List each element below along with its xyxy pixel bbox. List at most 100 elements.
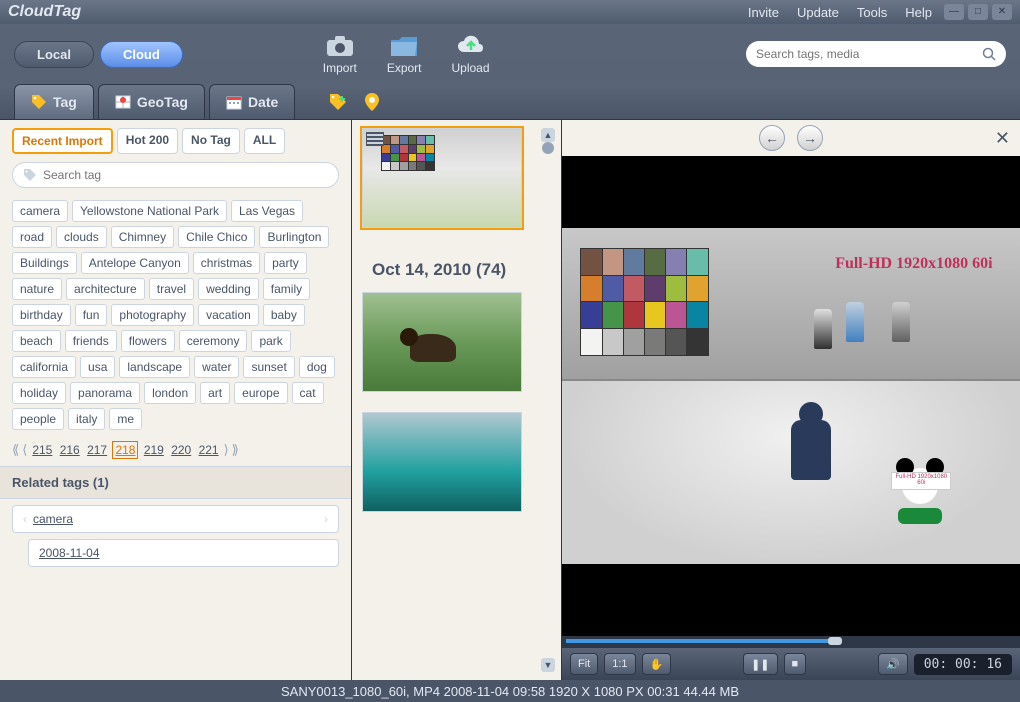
- tag-chip[interactable]: italy: [68, 408, 105, 430]
- tag-chip[interactable]: flowers: [121, 330, 175, 352]
- tag-chip[interactable]: birthday: [12, 304, 71, 326]
- one-to-one-button[interactable]: 1:1: [604, 653, 635, 675]
- tag-chip[interactable]: europe: [234, 382, 287, 404]
- filter-all[interactable]: ALL: [244, 128, 285, 154]
- tag-chip[interactable]: panorama: [70, 382, 140, 404]
- tag-chip[interactable]: photography: [111, 304, 194, 326]
- tag-chip[interactable]: beach: [12, 330, 61, 352]
- tag-chip[interactable]: Antelope Canyon: [81, 252, 189, 274]
- thumbnail-item[interactable]: [362, 412, 522, 512]
- pager-page[interactable]: 217: [85, 442, 109, 458]
- pager-prev[interactable]: ⟨: [22, 442, 27, 458]
- tag-chip[interactable]: Buildings: [12, 252, 77, 274]
- close-button[interactable]: ✕: [992, 4, 1012, 20]
- mode-cloud[interactable]: Cloud: [100, 41, 183, 68]
- thumbnail-item[interactable]: [362, 292, 522, 392]
- tag-chip[interactable]: holiday: [12, 382, 66, 404]
- pager-first[interactable]: ⟪: [12, 442, 19, 458]
- tag-chip[interactable]: dog: [299, 356, 335, 378]
- tab-geotag[interactable]: GeoTag: [98, 84, 205, 119]
- tag-chip[interactable]: family: [263, 278, 310, 300]
- tag-chip[interactable]: wedding: [198, 278, 259, 300]
- tag-chip[interactable]: vacation: [198, 304, 259, 326]
- next-media-button[interactable]: →: [797, 125, 823, 151]
- volume-button[interactable]: 🔊: [878, 653, 908, 675]
- minimize-button[interactable]: —: [944, 4, 964, 20]
- tag-search-input[interactable]: [43, 168, 328, 182]
- global-search-input[interactable]: [756, 47, 982, 61]
- pager-next[interactable]: ⟩: [224, 442, 229, 458]
- progress-handle[interactable]: [828, 637, 842, 645]
- pager-page[interactable]: 221: [197, 442, 221, 458]
- tag-chip[interactable]: landscape: [119, 356, 190, 378]
- tag-chip[interactable]: me: [109, 408, 142, 430]
- tag-chip[interactable]: friends: [65, 330, 117, 352]
- tag-chip[interactable]: Yellowstone National Park: [72, 200, 227, 222]
- add-tag-icon[interactable]: [329, 93, 347, 111]
- video-frame[interactable]: Full-HD 1920x1080 60i Full-HD 1920x1080 …: [562, 156, 1020, 636]
- video-progress[interactable]: [562, 636, 1020, 648]
- tag-chip[interactable]: ceremony: [179, 330, 248, 352]
- tag-chip[interactable]: cat: [292, 382, 324, 404]
- tag-chip[interactable]: california: [12, 356, 76, 378]
- tag-chip[interactable]: sunset: [243, 356, 294, 378]
- tag-chip[interactable]: christmas: [193, 252, 260, 274]
- tab-tag[interactable]: Tag: [14, 84, 94, 119]
- pager-page[interactable]: 218: [112, 441, 138, 459]
- menu-invite[interactable]: Invite: [748, 5, 779, 20]
- mode-local[interactable]: Local: [14, 41, 94, 68]
- geotag-pin-icon[interactable]: [365, 93, 379, 111]
- tag-chip[interactable]: architecture: [66, 278, 145, 300]
- import-button[interactable]: Import: [323, 33, 357, 75]
- pager-page[interactable]: 220: [169, 442, 193, 458]
- tag-chip[interactable]: nature: [12, 278, 62, 300]
- close-preview-button[interactable]: ✕: [995, 128, 1010, 149]
- tag-chip[interactable]: baby: [263, 304, 305, 326]
- filter-recent-import[interactable]: Recent Import: [12, 128, 113, 154]
- scroll-down-button[interactable]: ▼: [541, 658, 555, 672]
- export-button[interactable]: Export: [387, 33, 422, 75]
- tag-chip[interactable]: Chimney: [111, 226, 174, 248]
- pager-page[interactable]: 219: [142, 442, 166, 458]
- pager-last[interactable]: ⟫: [232, 442, 239, 458]
- pager-page[interactable]: 216: [58, 442, 82, 458]
- tag-chip[interactable]: park: [251, 330, 290, 352]
- tag-chip[interactable]: road: [12, 226, 52, 248]
- tag-chip[interactable]: water: [194, 356, 239, 378]
- related-tag-link[interactable]: camera: [33, 512, 73, 526]
- maximize-button[interactable]: □: [968, 4, 988, 20]
- filter-hot-200[interactable]: Hot 200: [117, 128, 178, 154]
- pause-button[interactable]: ❚❚: [743, 653, 777, 675]
- scroll-up-button[interactable]: ▲: [541, 128, 555, 142]
- tag-chip[interactable]: Burlington: [259, 226, 329, 248]
- tag-chip[interactable]: fun: [75, 304, 108, 326]
- upload-button[interactable]: Upload: [452, 33, 490, 75]
- fit-button[interactable]: Fit: [570, 653, 598, 675]
- related-tag-item[interactable]: ‹ camera ›: [12, 505, 339, 533]
- pager-page[interactable]: 215: [30, 442, 54, 458]
- menu-update[interactable]: Update: [797, 5, 839, 20]
- prev-media-button[interactable]: ←: [759, 125, 785, 151]
- tag-chip[interactable]: usa: [80, 356, 115, 378]
- stop-button[interactable]: ■: [784, 653, 807, 675]
- related-date-item[interactable]: 2008-11-04: [28, 539, 339, 567]
- tag-chip[interactable]: Las Vegas: [231, 200, 303, 222]
- menu-help[interactable]: Help: [905, 5, 932, 20]
- tag-chip[interactable]: clouds: [56, 226, 107, 248]
- filter-no-tag[interactable]: No Tag: [182, 128, 240, 154]
- tag-search[interactable]: [12, 162, 339, 188]
- tag-chip[interactable]: art: [200, 382, 230, 404]
- related-date-link[interactable]: 2008-11-04: [39, 546, 100, 560]
- global-search[interactable]: [746, 41, 1006, 67]
- menu-tools[interactable]: Tools: [857, 5, 887, 20]
- tag-chip[interactable]: london: [144, 382, 196, 404]
- tag-chip[interactable]: people: [12, 408, 64, 430]
- thumbnail-item[interactable]: [362, 128, 522, 228]
- tag-chip[interactable]: camera: [12, 200, 68, 222]
- tab-date[interactable]: Date: [209, 84, 295, 119]
- tag-chip[interactable]: party: [264, 252, 307, 274]
- pan-button[interactable]: ✋: [642, 653, 672, 675]
- scroll-thumb[interactable]: [542, 142, 554, 154]
- tag-chip[interactable]: Chile Chico: [178, 226, 255, 248]
- tag-chip[interactable]: travel: [149, 278, 194, 300]
